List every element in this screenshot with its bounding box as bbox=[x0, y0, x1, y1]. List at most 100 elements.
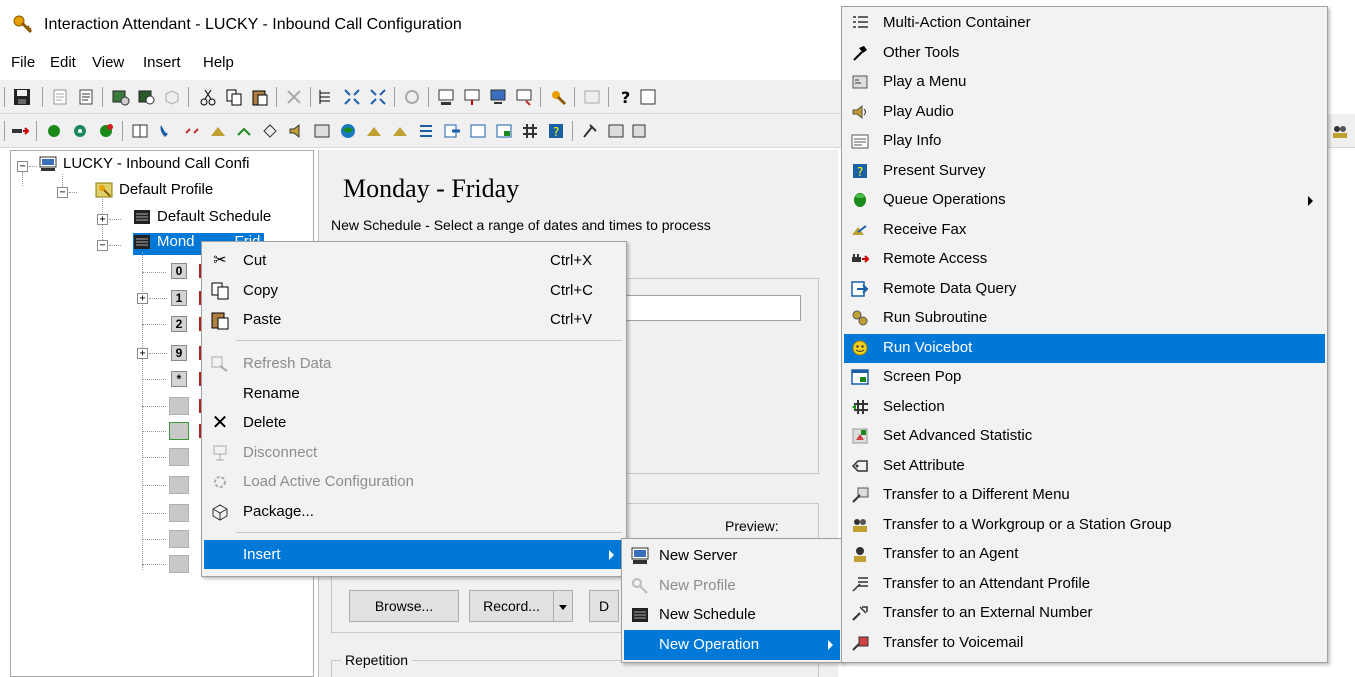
query-toolbar-icon[interactable] bbox=[442, 121, 462, 141]
menu-item-multi-action-container[interactable]: Multi-Action Container bbox=[844, 9, 1325, 38]
paste-toolbar-icon[interactable] bbox=[250, 87, 270, 107]
menu-item-transfer-attendant-profile[interactable]: Transfer to an Attendant Profile bbox=[844, 570, 1325, 599]
menu-item-copy[interactable]: Copy Ctrl+C bbox=[204, 276, 624, 305]
menu-item-transfer-external-number[interactable]: Transfer to an External Number bbox=[844, 599, 1325, 628]
menu-item-package[interactable]: Package... bbox=[204, 497, 624, 526]
record-dropdown-button[interactable] bbox=[553, 590, 573, 622]
operation-node[interactable] bbox=[169, 476, 189, 494]
menu-item-rename[interactable]: Rename bbox=[204, 379, 624, 408]
key-1-node[interactable]: 1 bbox=[171, 290, 187, 306]
key-2-node[interactable]: 2 bbox=[171, 316, 187, 332]
tree-node-default-profile[interactable]: Default Profile bbox=[95, 181, 213, 203]
save-icon[interactable] bbox=[12, 87, 32, 107]
expand-icon[interactable] bbox=[342, 87, 362, 107]
survey-toolbar-icon[interactable]: ? bbox=[546, 121, 566, 141]
browse-button[interactable]: Browse... bbox=[349, 590, 459, 622]
key-0-node[interactable]: 0 bbox=[171, 263, 187, 279]
menu-item-other-tools[interactable]: Other Tools bbox=[844, 39, 1325, 68]
menu-item-new-operation[interactable]: New Operation bbox=[624, 630, 840, 660]
menu-toolbar-icon[interactable] bbox=[312, 121, 332, 141]
menu-item-play-info[interactable]: Play Info bbox=[844, 127, 1325, 156]
tree-expand-default-schedule[interactable]: + bbox=[97, 214, 108, 225]
queue-teal-icon[interactable] bbox=[70, 121, 90, 141]
menu-item-queue-operations[interactable]: Queue Operations bbox=[844, 186, 1325, 215]
transfer-external-toolbar-icon[interactable] bbox=[580, 121, 600, 141]
menu-item-insert[interactable]: Insert bbox=[204, 540, 624, 569]
key-star-node[interactable]: * bbox=[171, 371, 187, 387]
phone-toolbar-icon[interactable] bbox=[156, 121, 176, 141]
fax3-toolbar-icon[interactable] bbox=[390, 121, 410, 141]
tree-icon[interactable] bbox=[316, 87, 336, 107]
transfer-toolbar-icon[interactable] bbox=[630, 121, 650, 141]
menu-item-disconnect[interactable]: Disconnect bbox=[204, 438, 624, 467]
tree-node-server[interactable]: LUCKY - Inbound Call Confi bbox=[39, 155, 250, 177]
collapse-icon[interactable] bbox=[368, 87, 388, 107]
menu-item-transfer-voicemail[interactable]: Transfer to Voicemail bbox=[844, 629, 1325, 658]
open-icon[interactable] bbox=[50, 87, 70, 107]
operation-node[interactable] bbox=[169, 422, 189, 440]
delete-toolbar-icon[interactable] bbox=[284, 87, 304, 107]
attribute-toolbar-icon[interactable] bbox=[260, 121, 280, 141]
globe-toolbar-icon[interactable] bbox=[338, 121, 358, 141]
package-toolbar-icon[interactable] bbox=[162, 87, 182, 107]
workgroup-toolbar-icon[interactable] bbox=[1330, 121, 1350, 141]
queue-red-icon[interactable] bbox=[96, 121, 116, 141]
fax2-toolbar-icon[interactable] bbox=[364, 121, 384, 141]
document-icon[interactable] bbox=[76, 87, 96, 107]
menu-item-cut[interactable]: ✂ Cut Ctrl+X bbox=[204, 246, 624, 275]
menu-item-transfer-workgroup[interactable]: Transfer to a Workgroup or a Station Gro… bbox=[844, 511, 1325, 540]
menu-item-transfer-agent[interactable]: Transfer to an Agent bbox=[844, 540, 1325, 569]
fax-toolbar-icon[interactable] bbox=[208, 121, 228, 141]
disconnect-toolbar-icon[interactable] bbox=[462, 87, 482, 107]
menu-item-screen-pop[interactable]: Screen Pop bbox=[844, 363, 1325, 392]
remote-access-toolbar-icon[interactable] bbox=[10, 121, 30, 141]
schedule-name-field[interactable] bbox=[625, 295, 801, 321]
book-toolbar-icon[interactable] bbox=[130, 121, 150, 141]
menu-item-transfer-different-menu[interactable]: Transfer to a Different Menu bbox=[844, 481, 1325, 510]
grid-toolbar-icon[interactable] bbox=[582, 87, 602, 107]
tree-expand-key-9[interactable]: + bbox=[137, 348, 148, 359]
menu-item-paste[interactable]: Paste Ctrl+V bbox=[204, 305, 624, 334]
monitor-toolbar-icon[interactable] bbox=[488, 87, 508, 107]
tools-toolbar-icon[interactable] bbox=[234, 121, 254, 141]
doc-toolbar-icon[interactable] bbox=[638, 87, 658, 107]
menu-item-run-subroutine[interactable]: Run Subroutine bbox=[844, 304, 1325, 333]
menu-item-set-attribute[interactable]: Set Attribute bbox=[844, 452, 1325, 481]
server-toolbar-icon[interactable] bbox=[436, 87, 456, 107]
menu-insert[interactable]: Insert bbox=[143, 54, 181, 71]
menu-item-remote-data-query[interactable]: Remote Data Query bbox=[844, 275, 1325, 304]
queue-green-icon[interactable] bbox=[44, 121, 64, 141]
menu-item-remote-access[interactable]: Remote Access bbox=[844, 245, 1325, 274]
key-9-node[interactable]: 9 bbox=[171, 345, 187, 361]
partial-button[interactable]: D bbox=[589, 590, 619, 622]
menu-file[interactable]: File bbox=[11, 54, 35, 71]
attendant-toolbar-icon[interactable] bbox=[548, 87, 568, 107]
operation-node[interactable] bbox=[169, 504, 189, 522]
help-toolbar-icon[interactable]: ? bbox=[616, 87, 636, 107]
tree-collapse-root[interactable]: − bbox=[17, 161, 28, 172]
menu-item-set-advanced-statistic[interactable]: Set Advanced Statistic bbox=[844, 422, 1325, 451]
server-connect-icon[interactable] bbox=[110, 87, 130, 107]
menu-item-receive-fax[interactable]: Receive Fax bbox=[844, 216, 1325, 245]
menu-view[interactable]: View bbox=[92, 54, 124, 71]
load-config-toolbar-icon[interactable] bbox=[402, 87, 422, 107]
menu-item-refresh-data[interactable]: Refresh Data bbox=[204, 349, 624, 378]
tree-node-default-schedule[interactable]: Default Schedule bbox=[133, 208, 271, 230]
menu-item-play-a-menu[interactable]: Play a Menu bbox=[844, 68, 1325, 97]
menu-item-new-schedule[interactable]: New Schedule bbox=[624, 600, 840, 630]
menu-edit[interactable]: Edit bbox=[50, 54, 76, 71]
menu-item-delete[interactable]: ✕ Delete bbox=[204, 408, 624, 437]
tree-collapse-monday-friday[interactable]: − bbox=[97, 240, 108, 251]
copy-toolbar-icon[interactable] bbox=[224, 87, 244, 107]
menu-item-play-audio[interactable]: Play Audio bbox=[844, 98, 1325, 127]
tree-expand-key-1[interactable]: + bbox=[137, 293, 148, 304]
menu-item-selection[interactable]: Selection bbox=[844, 393, 1325, 422]
menu-help[interactable]: Help bbox=[203, 54, 234, 71]
cut-toolbar-icon[interactable] bbox=[198, 87, 218, 107]
menu-item-new-server[interactable]: New Server bbox=[624, 541, 840, 571]
link-toolbar-icon[interactable] bbox=[182, 121, 202, 141]
list-toolbar-icon[interactable] bbox=[416, 121, 436, 141]
menu-item-run-voicebot[interactable]: Run Voicebot bbox=[844, 334, 1325, 363]
operation-node[interactable] bbox=[169, 448, 189, 466]
audio-toolbar-icon[interactable] bbox=[286, 121, 306, 141]
